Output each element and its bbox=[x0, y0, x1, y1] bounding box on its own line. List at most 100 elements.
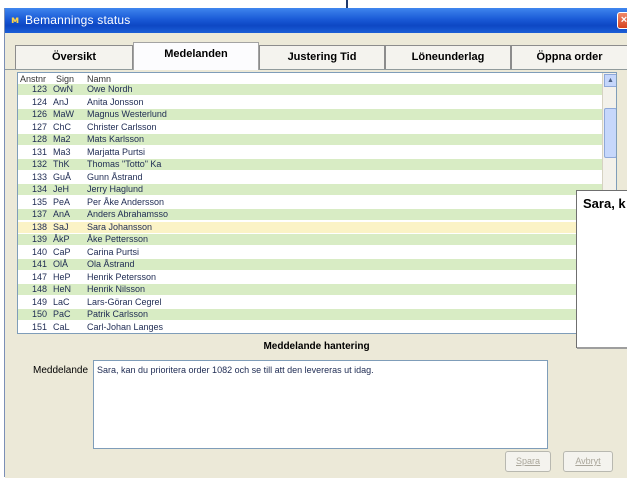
column-header-nr[interactable]: Anstnr bbox=[20, 74, 46, 84]
message-label: Meddelande bbox=[33, 365, 89, 376]
row-sign: AnA bbox=[53, 209, 71, 219]
row-nr: 124 bbox=[31, 96, 47, 107]
table-row[interactable]: 127 ChC Christer Carlsson bbox=[18, 122, 602, 133]
table-row[interactable]: 148 HeN Henrik Nilsson bbox=[18, 284, 602, 295]
table-row[interactable]: 133 GuÅ Gunn Åstrand bbox=[18, 172, 602, 183]
tab-justering-tid[interactable]: Justering Tid bbox=[259, 45, 385, 69]
row-name: Marjatta Purtsi bbox=[87, 146, 146, 157]
row-sign: HeN bbox=[53, 284, 72, 294]
row-name: Carl-Johan Langes bbox=[87, 321, 164, 332]
row-sign: ÅkP bbox=[53, 234, 70, 244]
window-title: Bemannings status bbox=[25, 13, 131, 27]
row-nr: 148 bbox=[31, 284, 47, 294]
tab-oppna-order[interactable]: Öppna order bbox=[511, 45, 627, 69]
message-popup: Sara, k bbox=[576, 190, 627, 348]
row-name: Magnus Westerlund bbox=[87, 109, 167, 119]
row-sign: PeA bbox=[53, 196, 71, 207]
row-sign: OlÅ bbox=[53, 259, 69, 269]
row-name: Carina Purtsi bbox=[87, 246, 140, 257]
table-row[interactable]: 149 LaC Lars-Göran Cegrel bbox=[18, 297, 602, 308]
connector-line bbox=[346, 0, 348, 8]
row-sign: HeP bbox=[53, 271, 71, 282]
row-nr: 137 bbox=[31, 209, 47, 219]
employee-list[interactable]: Anstnr Sign Namn 123 OwN Owe Nordh 124 AnJ An… bbox=[17, 72, 617, 334]
row-name: Lars-Göran Cegrel bbox=[87, 296, 162, 307]
row-sign: Ma2 bbox=[53, 134, 71, 144]
row-sign: CaP bbox=[53, 246, 71, 257]
row-nr: 150 bbox=[31, 309, 47, 319]
row-sign: Ma3 bbox=[53, 146, 71, 157]
column-header-sign[interactable]: Sign bbox=[56, 74, 74, 84]
row-sign: ThK bbox=[53, 159, 70, 169]
row-nr: 139 bbox=[31, 234, 47, 244]
tab-content-panel: Anstnr Sign Namn 123 OwN Owe Nordh 124 AnJ An… bbox=[5, 69, 627, 478]
table-row[interactable]: 128 Ma2 Mats Karlsson bbox=[18, 134, 602, 145]
row-name: Anita Jonsson bbox=[87, 96, 144, 107]
row-name: Jerry Haglund bbox=[87, 184, 144, 194]
table-row[interactable]: 123 OwN Owe Nordh bbox=[18, 84, 602, 95]
popup-shadow bbox=[577, 347, 627, 349]
row-nr: 131 bbox=[31, 146, 47, 157]
row-name: Gunn Åstrand bbox=[87, 171, 143, 182]
row-sign: PaC bbox=[53, 309, 71, 319]
bemanning-window: ᴍ Bemannings status × Översikt Medelande… bbox=[4, 8, 627, 478]
row-sign: OwN bbox=[53, 84, 73, 94]
row-nr: 133 bbox=[31, 171, 47, 182]
table-row[interactable]: 132 ThK Thomas "Totto" Ka bbox=[18, 159, 602, 170]
row-name: Anders Abrahamsso bbox=[87, 209, 169, 219]
row-nr: 126 bbox=[31, 109, 47, 119]
tab-loneunderlag[interactable]: Löneunderlag bbox=[385, 45, 511, 69]
row-sign: GuÅ bbox=[53, 171, 72, 182]
row-name: Henrik Petersson bbox=[87, 271, 157, 282]
row-sign: LaC bbox=[53, 296, 70, 307]
tab-bar: Översikt Medelanden Justering Tid Löneun… bbox=[5, 33, 627, 70]
table-row[interactable]: 141 OlÅ Ola Åstrand bbox=[18, 259, 602, 270]
cancel-button[interactable]: Avbryt bbox=[563, 451, 613, 472]
row-name: Henrik Nilsson bbox=[87, 284, 146, 294]
row-nr: 147 bbox=[31, 271, 47, 282]
row-sign: AnJ bbox=[53, 96, 69, 107]
row-nr: 141 bbox=[31, 259, 47, 269]
table-row[interactable]: 135 PeA Per Åke Andersson bbox=[18, 197, 602, 208]
row-nr: 149 bbox=[31, 296, 47, 307]
row-sign: MaW bbox=[53, 109, 74, 119]
message-textarea[interactable]: Sara, kan du prioritera order 1082 och s… bbox=[93, 360, 548, 449]
row-name: Mats Karlsson bbox=[87, 134, 145, 144]
row-name: Sara Johansson bbox=[87, 221, 153, 232]
row-nr: 138 bbox=[31, 221, 47, 232]
title-bar[interactable]: ᴍ Bemannings status × bbox=[5, 8, 627, 33]
row-sign: JeH bbox=[53, 184, 70, 194]
row-name: Christer Carlsson bbox=[87, 121, 157, 132]
row-nr: 127 bbox=[31, 121, 47, 132]
column-header-name[interactable]: Namn bbox=[87, 74, 111, 84]
table-row[interactable]: 140 CaP Carina Purtsi bbox=[18, 247, 602, 258]
tab-medelanden[interactable]: Medelanden bbox=[133, 42, 259, 70]
table-row[interactable]: 126 MaW Magnus Westerlund bbox=[18, 109, 602, 120]
table-row[interactable]: 139 ÅkP Åke Pettersson bbox=[18, 234, 602, 245]
close-button[interactable]: × bbox=[617, 12, 627, 29]
table-row[interactable]: 131 Ma3 Marjatta Purtsi bbox=[18, 147, 602, 158]
save-button[interactable]: Spara bbox=[505, 451, 551, 472]
table-row[interactable]: 150 PaC Patrik Carlsson bbox=[18, 309, 602, 320]
scroll-thumb[interactable] bbox=[604, 108, 616, 158]
row-sign: CaL bbox=[53, 321, 70, 332]
row-nr: 128 bbox=[31, 134, 47, 144]
table-row[interactable]: 138 SaJ Sara Johansson bbox=[18, 221, 602, 233]
row-name: Owe Nordh bbox=[87, 84, 133, 94]
table-row[interactable]: 137 AnA Anders Abrahamsso bbox=[18, 209, 602, 220]
table-row[interactable]: 134 JeH Jerry Haglund bbox=[18, 184, 602, 195]
tab-oversikt[interactable]: Översikt bbox=[15, 45, 133, 69]
app-logo-icon: ᴍ bbox=[11, 15, 20, 26]
row-sign: ChC bbox=[53, 121, 72, 132]
row-nr: 132 bbox=[31, 159, 47, 169]
scroll-up-icon[interactable]: ▲ bbox=[604, 74, 616, 87]
row-nr: 151 bbox=[31, 321, 47, 332]
table-row[interactable]: 151 CaL Carl-Johan Langes bbox=[18, 322, 602, 333]
row-nr: 123 bbox=[31, 84, 47, 94]
table-row[interactable]: 124 AnJ Anita Jonsson bbox=[18, 97, 602, 108]
row-nr: 134 bbox=[31, 184, 47, 194]
table-row[interactable]: 147 HeP Henrik Petersson bbox=[18, 272, 602, 283]
row-nr: 135 bbox=[31, 196, 47, 207]
row-name: Thomas "Totto" Ka bbox=[87, 159, 162, 169]
row-nr: 140 bbox=[31, 246, 47, 257]
